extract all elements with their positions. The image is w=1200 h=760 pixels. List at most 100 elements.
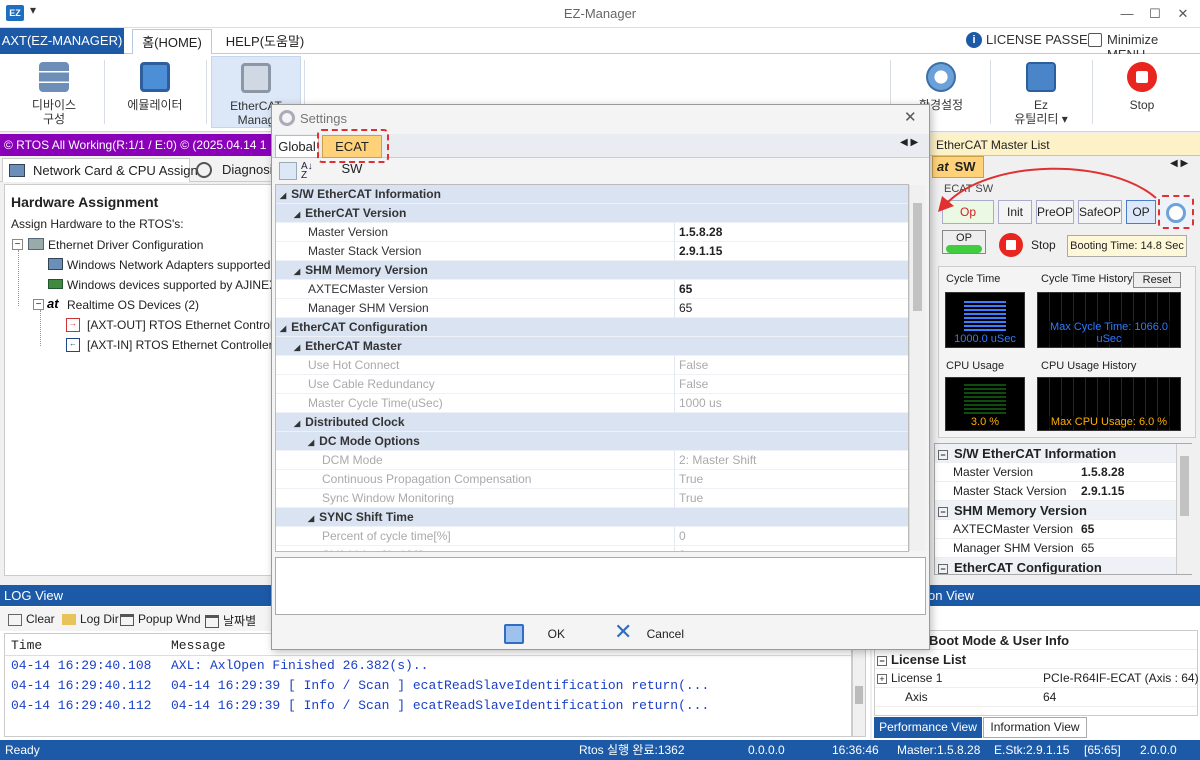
- maximize-button[interactable]: ☐: [1142, 6, 1168, 22]
- property-row[interactable]: DCM Mode 2: Master Shift: [276, 451, 908, 470]
- property-category[interactable]: ◢ SHM Memory Version: [276, 261, 908, 280]
- tab-diagnosis[interactable]: Diagnosis: [192, 158, 272, 182]
- property-category[interactable]: ◢ EtherCAT Configuration: [276, 318, 908, 337]
- property-row[interactable]: Manager SHM Version 65: [935, 539, 1191, 558]
- tree-item[interactable]: [AXT-OUT] RTOS Ethernet Controller: [87, 318, 286, 332]
- tab-label: Network Card & CPU Assign: [33, 163, 198, 178]
- cancel-button[interactable]: Cancel: [610, 620, 700, 648]
- property-row[interactable]: Sync Window Monitoring True: [276, 489, 908, 508]
- property-row[interactable]: Master Stack Version 2.9.1.15: [935, 482, 1191, 501]
- stop-button[interactable]: Stop: [1102, 56, 1182, 128]
- status-rtos: Rtos 실행 완료:1362: [579, 743, 685, 757]
- log-row[interactable]: 04-14 16:29:40.108 AXL: AxlOpen Finished…: [5, 656, 851, 676]
- toolbar-label: Popup Wnd: [138, 612, 201, 626]
- tab-help[interactable]: HELP(도움말): [220, 29, 310, 54]
- log-time: 04-14 16:29:40.112: [11, 678, 152, 693]
- property-value: True: [674, 470, 703, 489]
- property-name: Master Stack Version: [953, 484, 1067, 498]
- minimize-button[interactable]: —: [1114, 6, 1140, 21]
- property-category[interactable]: ◢ Distributed Clock: [276, 413, 908, 432]
- expand-triangle-icon[interactable]: ◢: [308, 514, 314, 523]
- tab-global[interactable]: Global: [275, 135, 319, 158]
- tab-information-view[interactable]: Information View: [983, 717, 1087, 738]
- property-category[interactable]: ◢ SYNC Shift Time: [276, 508, 908, 527]
- highlight-box: [317, 129, 389, 163]
- device-config-button[interactable]: 디바이스 구성: [14, 56, 94, 128]
- stop-icon[interactable]: [999, 233, 1023, 257]
- tree-item[interactable]: Realtime OS Devices (2): [67, 298, 199, 312]
- info-row[interactable]: + License 1 PCIe-R64IF-ECAT (Axis : 64): [875, 669, 1199, 688]
- property-category[interactable]: ◢ EtherCAT Master: [276, 337, 908, 356]
- property-name: Master Version: [953, 465, 1034, 479]
- property-row[interactable]: Master Stack Version 2.9.1.15: [276, 242, 908, 261]
- log-row[interactable]: 04-14 16:29:40.112 04-14 16:29:39 [ Info…: [5, 696, 851, 716]
- settings-property-grid[interactable]: ◢ S/W EtherCAT Information ◢ EtherCAT Versi…: [275, 184, 909, 552]
- clear-log-button[interactable]: Clear: [8, 612, 55, 626]
- tree-item[interactable]: Ethernet Driver Configuration: [48, 238, 203, 252]
- expand-triangle-icon[interactable]: ◢: [308, 438, 314, 447]
- expand-triangle-icon[interactable]: ◢: [280, 191, 286, 200]
- dialog-scrollbar[interactable]: [909, 185, 925, 551]
- right-property-grid[interactable]: − S/W EtherCAT Information Master Version…: [934, 443, 1192, 575]
- property-row[interactable]: Manager SHM Version 65: [276, 299, 908, 318]
- minimize-menu-checkbox[interactable]: [1088, 33, 1102, 47]
- log-row[interactable]: 04-14 16:29:40.112 04-14 16:29:39 [ Info…: [5, 676, 851, 696]
- property-row[interactable]: Master Version 1.5.8.28: [935, 463, 1191, 482]
- property-row[interactable]: Master Cycle Time(uSec) 1000 us: [276, 394, 908, 413]
- close-button[interactable]: ✕: [1170, 6, 1196, 22]
- tree-item[interactable]: [AXT-IN] RTOS Ethernet Controller #2: [87, 338, 271, 352]
- property-row[interactable]: AXTECMaster Version 65: [935, 520, 1191, 539]
- tree-item[interactable]: Windows Network Adapters supported by: [67, 258, 271, 272]
- property-row[interactable]: Shift Value [1~100] 0: [276, 546, 908, 551]
- property-category[interactable]: − EtherCAT Configuration: [935, 558, 1191, 574]
- tree-item[interactable]: Windows devices supported by AJINEXTEK: [67, 278, 271, 292]
- info-row[interactable]: Axis 64: [875, 688, 1197, 707]
- log-dir-button[interactable]: Log Dir: [62, 612, 119, 626]
- property-category[interactable]: − S/W EtherCAT Information: [935, 444, 1191, 463]
- tree-expander[interactable]: −: [12, 239, 23, 250]
- tree-expander[interactable]: −: [33, 299, 44, 310]
- property-row[interactable]: Continuous Propagation Compensation True: [276, 470, 908, 489]
- tab-performance-view[interactable]: Performance View: [874, 717, 982, 738]
- dialog-close-button[interactable]: ✕: [904, 108, 917, 126]
- expand-triangle-icon[interactable]: ◢: [294, 267, 300, 276]
- expand-triangle-icon[interactable]: ◢: [294, 419, 300, 428]
- property-category[interactable]: ◢ S/W EtherCAT Information: [276, 185, 908, 204]
- property-name: Manager SHM Version: [308, 301, 429, 315]
- right-scrollbar[interactable]: [1176, 444, 1192, 574]
- ribbon-divider: [990, 60, 991, 124]
- property-row[interactable]: Percent of cycle time[%] 0: [276, 527, 908, 546]
- app-menu-tab[interactable]: AXT(EZ-MANAGER): [0, 28, 124, 54]
- property-name: AXTECMaster Version: [308, 282, 429, 296]
- expand-triangle-icon[interactable]: ◢: [294, 210, 300, 219]
- op-badge-label: OP: [956, 232, 972, 244]
- property-value: False: [674, 375, 708, 394]
- emulator-button[interactable]: 에뮬레이터: [114, 56, 196, 128]
- property-category[interactable]: − SHM Memory Version: [935, 501, 1191, 520]
- tab-home[interactable]: 홈(HOME): [132, 29, 212, 54]
- tab-scroll-arrows[interactable]: ◀ ▶: [900, 137, 918, 148]
- property-row[interactable]: Use Hot Connect False: [276, 356, 908, 375]
- popup-window-button[interactable]: Popup Wnd: [120, 612, 201, 626]
- log-message: 04-14 16:29:39 [ Info / Scan ] ecatReadS…: [171, 678, 710, 693]
- property-category[interactable]: ◢ DC Mode Options: [276, 432, 908, 451]
- panel-subtitle: Assign Hardware to the RTOS's:: [11, 217, 184, 231]
- tab-network-card-cpu-assign[interactable]: Network Card & CPU Assign: [2, 158, 198, 182]
- column-message[interactable]: Message: [171, 638, 226, 653]
- log-message: AXL: AxlOpen Finished 26.382(s)..: [171, 658, 429, 673]
- ok-button[interactable]: OK: [500, 620, 590, 648]
- alphabetical-sort-button[interactable]: A↓ Z: [301, 162, 319, 181]
- column-time[interactable]: Time: [11, 638, 42, 653]
- property-row[interactable]: Use Cable Redundancy False: [276, 375, 908, 394]
- categorized-view-button[interactable]: [279, 162, 297, 180]
- reset-button[interactable]: Reset: [1133, 272, 1181, 288]
- property-row[interactable]: AXTECMaster Version 65: [276, 280, 908, 299]
- expand-triangle-icon[interactable]: ◢: [294, 343, 300, 352]
- expand-triangle-icon[interactable]: ◢: [280, 324, 286, 333]
- info-category[interactable]: − License List: [875, 650, 1197, 669]
- by-date-button[interactable]: 날짜별: [205, 612, 256, 629]
- ez-utility-button[interactable]: Ez 유틸리티 ▾: [998, 56, 1084, 128]
- property-row[interactable]: Master Version 1.5.8.28: [276, 223, 908, 242]
- property-category[interactable]: ◢ EtherCAT Version: [276, 204, 908, 223]
- ethernet-in-icon: ←: [66, 338, 80, 352]
